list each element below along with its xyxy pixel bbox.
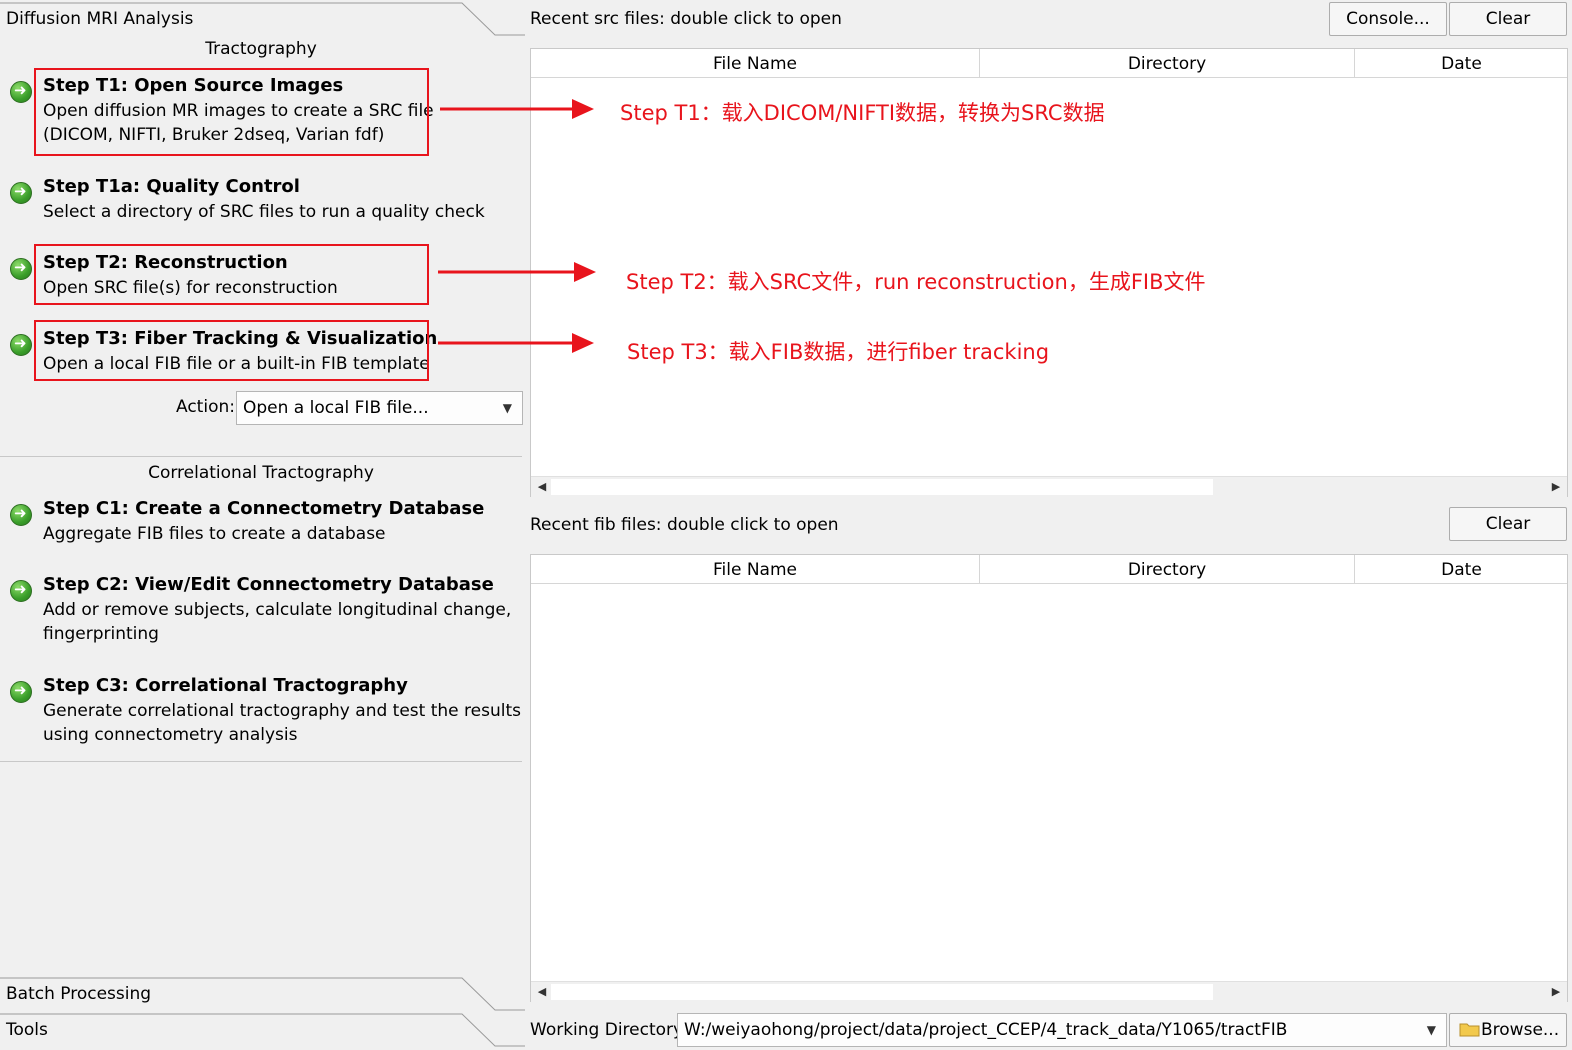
step-description-line: Generate correlational tractography and …: [43, 701, 521, 721]
scrollbar-thumb[interactable]: [551, 479, 1213, 495]
console-button[interactable]: Console...: [1329, 2, 1447, 36]
green-arrow-icon: [10, 81, 32, 103]
column-header-file-name[interactable]: File Name: [531, 49, 980, 77]
step-description-line: Add or remove subjects, calculate longit…: [43, 600, 512, 620]
tab-label: Batch Processing: [6, 984, 152, 1004]
step-title: Step T1a: Quality Control: [43, 176, 300, 197]
action-dropdown-value: Open a local FIB file...: [243, 398, 429, 418]
scroll-right-icon[interactable]: ▶: [1547, 477, 1565, 497]
fib-files-label: Recent fib files: double click to open: [530, 515, 839, 535]
tab-diffusion-mri-analysis[interactable]: Diffusion MRI Analysis: [0, 2, 525, 36]
clear-src-button[interactable]: Clear: [1449, 2, 1567, 36]
browse-button[interactable]: Browse...: [1449, 1013, 1567, 1047]
tab-label: Diffusion MRI Analysis: [6, 9, 194, 29]
green-arrow-icon: [10, 681, 32, 703]
tab-tools[interactable]: Tools: [0, 1013, 525, 1047]
annotation-text-t1: Step T1：载入DICOM/NIFTI数据，转换为SRC数据: [620, 101, 1105, 125]
tractography-section-title: Tractography: [205, 39, 317, 59]
horizontal-scrollbar[interactable]: ◀ ▶: [531, 476, 1567, 497]
step-description: Select a directory of SRC files to run a…: [43, 202, 485, 222]
fib-files-table[interactable]: File Name Directory Date ◀ ▶: [530, 554, 1568, 1002]
working-directory-value: W:/weiyaohong/project/data/project_CCEP/…: [684, 1020, 1288, 1040]
chevron-down-icon: ▼: [502, 401, 512, 415]
tab-label: Tools: [6, 1020, 48, 1040]
src-files-label: Recent src files: double click to open: [530, 9, 842, 29]
annotation-arrow-t1: [440, 99, 594, 119]
annotation-text-t3: Step T3：载入FIB数据，进行fiber tracking: [627, 340, 1050, 364]
chevron-down-icon: ▼: [1426, 1023, 1436, 1037]
working-directory-dropdown[interactable]: W:/weiyaohong/project/data/project_CCEP/…: [677, 1013, 1447, 1047]
correlational-section-title: Correlational Tractography: [148, 463, 374, 483]
clear-fib-button[interactable]: Clear: [1449, 507, 1567, 541]
step-description: Generate correlational tractography and …: [43, 699, 521, 747]
browse-label: Browse...: [1481, 1020, 1560, 1040]
green-arrow-icon: [10, 258, 32, 280]
annotation-arrow-t2: [438, 262, 596, 282]
tab-batch-processing[interactable]: Batch Processing: [0, 977, 525, 1011]
tab-shape: [0, 1013, 525, 1047]
green-arrow-icon: [10, 580, 32, 602]
highlight-box-t3: [34, 320, 429, 381]
column-header-date[interactable]: Date: [1355, 555, 1568, 583]
highlight-box-t2: [34, 244, 429, 305]
step-title: Step C3: Correlational Tractography: [43, 675, 408, 696]
column-header-date[interactable]: Date: [1355, 49, 1568, 77]
annotation-arrow-t3: [438, 333, 594, 353]
scroll-right-icon[interactable]: ▶: [1547, 982, 1565, 1002]
table-header: File Name Directory Date: [531, 555, 1567, 584]
green-arrow-icon: [10, 182, 32, 204]
action-dropdown[interactable]: Open a local FIB file... ▼: [236, 391, 523, 425]
step-description-line: using connectometry analysis: [43, 725, 298, 745]
step-description: Add or remove subjects, calculate longit…: [43, 598, 511, 646]
annotation-text-t2: Step T2：载入SRC文件，run reconstruction，生成FIB…: [626, 270, 1206, 294]
column-header-directory[interactable]: Directory: [980, 555, 1355, 583]
step-description: Aggregate FIB files to create a database: [43, 524, 386, 544]
table-header: File Name Directory Date: [531, 49, 1567, 78]
step-title: Step C2: View/Edit Connectometry Databas…: [43, 574, 494, 595]
scroll-left-icon[interactable]: ◀: [533, 982, 551, 1002]
section-divider: [0, 456, 522, 457]
action-label: Action:: [176, 397, 235, 417]
column-header-file-name[interactable]: File Name: [531, 555, 980, 583]
green-arrow-icon: [10, 504, 32, 526]
scroll-left-icon[interactable]: ◀: [533, 477, 551, 497]
scrollbar-thumb[interactable]: [551, 984, 1213, 1000]
step-description-line: fingerprinting: [43, 624, 159, 644]
step-title: Step C1: Create a Connectometry Database: [43, 498, 485, 519]
highlight-box-t1: [34, 68, 429, 156]
horizontal-scrollbar[interactable]: ◀ ▶: [531, 981, 1567, 1002]
section-divider: [0, 761, 522, 762]
green-arrow-icon: [10, 334, 32, 356]
working-directory-label: Working Directory: [530, 1020, 684, 1040]
column-header-directory[interactable]: Directory: [980, 49, 1355, 77]
folder-icon: [1459, 1023, 1480, 1037]
